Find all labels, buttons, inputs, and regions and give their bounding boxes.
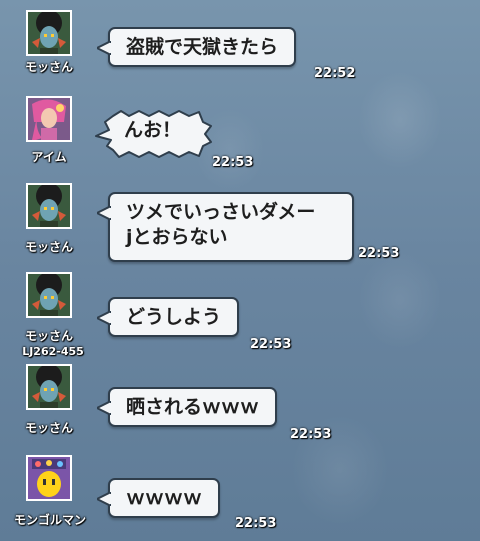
message-text: んお！: [124, 119, 182, 141]
sender-name: モッさん: [24, 329, 73, 343]
sender-name: アイム: [31, 150, 67, 164]
message-time: 22:53: [358, 246, 400, 261]
monster-face-icon: [28, 12, 70, 54]
bubble-tail: [97, 311, 111, 325]
avatar[interactable]: [26, 96, 72, 142]
message-text: どうしよう: [126, 306, 222, 328]
message-bubble: どうしよう: [97, 297, 240, 337]
message-time: 22:52: [314, 66, 356, 81]
message-text-line-1: ツメでいっさいダメー: [126, 201, 316, 223]
character-portrait-icon: [28, 457, 70, 499]
message-time: 22:53: [235, 516, 277, 531]
monster-face-icon: [28, 185, 70, 227]
message-text: 盗賊で天獄きたら: [126, 36, 279, 58]
bubble-tail: [97, 401, 111, 415]
message-bubble: 盗賊で天獄きたら: [97, 27, 297, 67]
monster-face-icon: [28, 274, 70, 316]
avatar[interactable]: [26, 10, 72, 56]
message-text: 晒されるｗｗｗ: [126, 396, 260, 418]
message-bubble: ツメでいっさいダメー jとおらない: [97, 192, 354, 262]
message-time: 22:53: [290, 427, 332, 442]
message-time: 22:53: [212, 155, 254, 170]
sender-name: モッさん: [24, 240, 73, 254]
message-time: 22:53: [250, 337, 292, 352]
chat-background: [0, 0, 480, 541]
sender-id: LJ262-455: [22, 345, 84, 358]
message-text-line-2: jとおらない: [126, 226, 228, 248]
message-bubble: 晒されるｗｗｗ: [97, 387, 278, 427]
bubble-tail: [97, 492, 111, 506]
message-text: ｗｗｗｗ: [126, 487, 203, 509]
sender-name: モッさん: [24, 421, 73, 435]
sender-name: モンゴルマン: [13, 513, 86, 527]
message-bubble: ｗｗｗｗ: [97, 478, 221, 518]
sender-name: モッさん: [24, 60, 73, 74]
avatar[interactable]: [26, 272, 72, 318]
avatar[interactable]: [26, 364, 72, 410]
character-portrait-icon: [28, 98, 70, 140]
monster-face-icon: [28, 366, 70, 408]
avatar[interactable]: [26, 455, 72, 501]
bubble-tail: [97, 41, 111, 55]
bubble-tail: [97, 206, 111, 220]
avatar[interactable]: [26, 183, 72, 229]
